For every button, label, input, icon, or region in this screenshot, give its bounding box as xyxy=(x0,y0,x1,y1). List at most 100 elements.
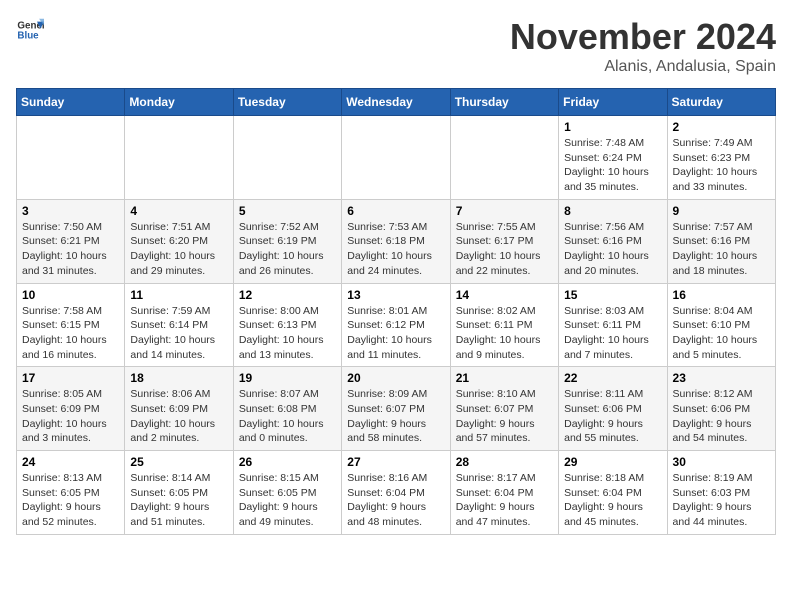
title-block: November 2024 Alanis, Andalusia, Spain xyxy=(510,16,776,76)
day-info: Sunrise: 7:55 AM Sunset: 6:17 PM Dayligh… xyxy=(456,220,553,279)
calendar-day-cell: 28Sunrise: 8:17 AM Sunset: 6:04 PM Dayli… xyxy=(450,451,558,535)
calendar-day-cell: 24 Sunrise: 8:13 AM Sunset: 6:05 PM Dayli… xyxy=(17,451,125,535)
calendar-day-cell: 15 Sunrise: 8:03 AM Sunset: 6:11 PM Dayli… xyxy=(559,283,667,367)
day-info: Sunrise: 8:10 AM Sunset: 6:07 PM Dayligh… xyxy=(456,387,553,446)
svg-text:Blue: Blue xyxy=(17,30,39,41)
day-number: 24 xyxy=(22,455,119,469)
day-number: 26 xyxy=(239,455,336,469)
day-info: Sunrise: 8:09 AM Sunset: 6:07 PM Dayligh… xyxy=(347,387,444,446)
day-number: 5 xyxy=(239,204,336,218)
calendar-header-cell: Saturday xyxy=(667,89,775,116)
month-title: November 2024 xyxy=(510,16,776,58)
day-info: Sunrise: 8:03 AM Sunset: 6:11 PM Dayligh… xyxy=(564,304,661,363)
calendar-header-cell: Sunday xyxy=(17,89,125,116)
day-info: Sunrise: 8:19 AM Sunset: 6:03 PM Dayligh… xyxy=(673,471,770,530)
day-number: 1 xyxy=(564,120,661,134)
day-info: Sunrise: 8:02 AM Sunset: 6:11 PM Dayligh… xyxy=(456,304,553,363)
calendar-day-cell: 8Sunrise: 7:56 AM Sunset: 6:16 PM Daylig… xyxy=(559,199,667,283)
day-info: Sunrise: 8:12 AM Sunset: 6:06 PM Dayligh… xyxy=(673,387,770,446)
calendar-day-cell: 23 Sunrise: 8:12 AM Sunset: 6:06 PM Dayli… xyxy=(667,367,775,451)
day-info: Sunrise: 7:52 AM Sunset: 6:19 PM Dayligh… xyxy=(239,220,336,279)
calendar-day-cell: 12 Sunrise: 8:00 AM Sunset: 6:13 PM Dayli… xyxy=(233,283,341,367)
calendar-day-cell xyxy=(125,116,233,200)
day-info: Sunrise: 8:07 AM Sunset: 6:08 PM Dayligh… xyxy=(239,387,336,446)
day-number: 8 xyxy=(564,204,661,218)
day-number: 16 xyxy=(673,288,770,302)
calendar-day-cell: 30 Sunrise: 8:19 AM Sunset: 6:03 PM Dayli… xyxy=(667,451,775,535)
day-number: 14 xyxy=(456,288,553,302)
day-number: 21 xyxy=(456,371,553,385)
calendar-day-cell: 13Sunrise: 8:01 AM Sunset: 6:12 PM Dayli… xyxy=(342,283,450,367)
day-info: Sunrise: 8:17 AM Sunset: 6:04 PM Dayligh… xyxy=(456,471,553,530)
day-info: Sunrise: 8:04 AM Sunset: 6:10 PM Dayligh… xyxy=(673,304,770,363)
calendar-day-cell: 17 Sunrise: 8:05 AM Sunset: 6:09 PM Dayli… xyxy=(17,367,125,451)
calendar-day-cell: 11Sunrise: 7:59 AM Sunset: 6:14 PM Dayli… xyxy=(125,283,233,367)
page-header: General Blue November 2024 Alanis, Andal… xyxy=(16,16,776,76)
day-info: Sunrise: 8:13 AM Sunset: 6:05 PM Dayligh… xyxy=(22,471,119,530)
day-info: Sunrise: 7:48 AM Sunset: 6:24 PM Dayligh… xyxy=(564,136,661,195)
day-number: 29 xyxy=(564,455,661,469)
calendar-day-cell: 5 Sunrise: 7:52 AM Sunset: 6:19 PM Daylig… xyxy=(233,199,341,283)
calendar-header-cell: Friday xyxy=(559,89,667,116)
day-number: 6 xyxy=(347,204,444,218)
calendar-day-cell: 21 Sunrise: 8:10 AM Sunset: 6:07 PM Dayli… xyxy=(450,367,558,451)
calendar-day-cell: 22Sunrise: 8:11 AM Sunset: 6:06 PM Dayli… xyxy=(559,367,667,451)
calendar-day-cell: 27 Sunrise: 8:16 AM Sunset: 6:04 PM Dayli… xyxy=(342,451,450,535)
day-info: Sunrise: 8:14 AM Sunset: 6:05 PM Dayligh… xyxy=(130,471,227,530)
calendar-header-cell: Thursday xyxy=(450,89,558,116)
day-number: 7 xyxy=(456,204,553,218)
day-info: Sunrise: 8:16 AM Sunset: 6:04 PM Dayligh… xyxy=(347,471,444,530)
day-number: 15 xyxy=(564,288,661,302)
day-info: Sunrise: 7:50 AM Sunset: 6:21 PM Dayligh… xyxy=(22,220,119,279)
day-number: 27 xyxy=(347,455,444,469)
day-number: 13 xyxy=(347,288,444,302)
day-info: Sunrise: 8:18 AM Sunset: 6:04 PM Dayligh… xyxy=(564,471,661,530)
day-number: 2 xyxy=(673,120,770,134)
calendar-day-cell: 18 Sunrise: 8:06 AM Sunset: 6:09 PM Dayli… xyxy=(125,367,233,451)
logo: General Blue xyxy=(16,16,44,44)
calendar-header-cell: Tuesday xyxy=(233,89,341,116)
calendar-day-cell: 25Sunrise: 8:14 AM Sunset: 6:05 PM Dayli… xyxy=(125,451,233,535)
calendar-day-cell xyxy=(450,116,558,200)
day-info: Sunrise: 7:57 AM Sunset: 6:16 PM Dayligh… xyxy=(673,220,770,279)
calendar-header-row: SundayMondayTuesdayWednesdayThursdayFrid… xyxy=(17,89,776,116)
calendar-week-row: 17 Sunrise: 8:05 AM Sunset: 6:09 PM Dayli… xyxy=(17,367,776,451)
calendar-day-cell: 29 Sunrise: 8:18 AM Sunset: 6:04 PM Dayli… xyxy=(559,451,667,535)
day-info: Sunrise: 8:06 AM Sunset: 6:09 PM Dayligh… xyxy=(130,387,227,446)
calendar-day-cell: 10Sunrise: 7:58 AM Sunset: 6:15 PM Dayli… xyxy=(17,283,125,367)
day-info: Sunrise: 7:59 AM Sunset: 6:14 PM Dayligh… xyxy=(130,304,227,363)
day-number: 18 xyxy=(130,371,227,385)
calendar-day-cell: 3 Sunrise: 7:50 AM Sunset: 6:21 PM Daylig… xyxy=(17,199,125,283)
calendar-header-cell: Wednesday xyxy=(342,89,450,116)
day-number: 19 xyxy=(239,371,336,385)
day-number: 17 xyxy=(22,371,119,385)
calendar-table: SundayMondayTuesdayWednesdayThursdayFrid… xyxy=(16,88,776,535)
calendar-day-cell: 6 Sunrise: 7:53 AM Sunset: 6:18 PM Daylig… xyxy=(342,199,450,283)
day-info: Sunrise: 8:15 AM Sunset: 6:05 PM Dayligh… xyxy=(239,471,336,530)
calendar-week-row: 10Sunrise: 7:58 AM Sunset: 6:15 PM Dayli… xyxy=(17,283,776,367)
day-info: Sunrise: 8:05 AM Sunset: 6:09 PM Dayligh… xyxy=(22,387,119,446)
day-info: Sunrise: 7:49 AM Sunset: 6:23 PM Dayligh… xyxy=(673,136,770,195)
location-title: Alanis, Andalusia, Spain xyxy=(510,58,776,76)
calendar-day-cell: 19 Sunrise: 8:07 AM Sunset: 6:08 PM Dayli… xyxy=(233,367,341,451)
calendar-day-cell: 16 Sunrise: 8:04 AM Sunset: 6:10 PM Dayli… xyxy=(667,283,775,367)
day-number: 23 xyxy=(673,371,770,385)
calendar-day-cell xyxy=(233,116,341,200)
day-info: Sunrise: 8:00 AM Sunset: 6:13 PM Dayligh… xyxy=(239,304,336,363)
logo-icon: General Blue xyxy=(16,16,44,44)
day-number: 3 xyxy=(22,204,119,218)
calendar-day-cell: 7 Sunrise: 7:55 AM Sunset: 6:17 PM Daylig… xyxy=(450,199,558,283)
calendar-week-row: 3 Sunrise: 7:50 AM Sunset: 6:21 PM Daylig… xyxy=(17,199,776,283)
calendar-day-cell: 14 Sunrise: 8:02 AM Sunset: 6:11 PM Dayli… xyxy=(450,283,558,367)
calendar-week-row: 1 Sunrise: 7:48 AM Sunset: 6:24 PM Daylig… xyxy=(17,116,776,200)
calendar-day-cell: 1 Sunrise: 7:48 AM Sunset: 6:24 PM Daylig… xyxy=(559,116,667,200)
day-number: 12 xyxy=(239,288,336,302)
calendar-day-cell xyxy=(342,116,450,200)
day-number: 30 xyxy=(673,455,770,469)
calendar-week-row: 24 Sunrise: 8:13 AM Sunset: 6:05 PM Dayli… xyxy=(17,451,776,535)
calendar-header-cell: Monday xyxy=(125,89,233,116)
calendar-day-cell: 20Sunrise: 8:09 AM Sunset: 6:07 PM Dayli… xyxy=(342,367,450,451)
day-info: Sunrise: 8:11 AM Sunset: 6:06 PM Dayligh… xyxy=(564,387,661,446)
day-info: Sunrise: 7:53 AM Sunset: 6:18 PM Dayligh… xyxy=(347,220,444,279)
calendar-body: 1 Sunrise: 7:48 AM Sunset: 6:24 PM Daylig… xyxy=(17,116,776,535)
